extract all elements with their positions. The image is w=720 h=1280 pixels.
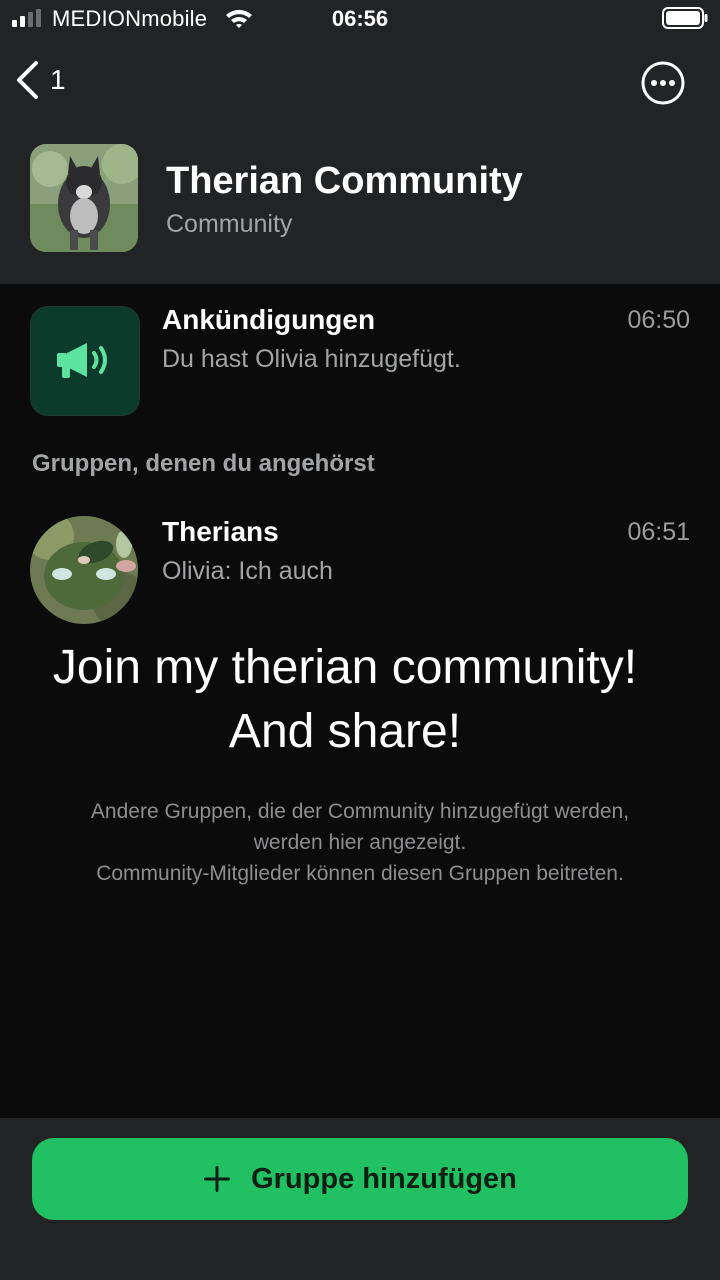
- chevron-left-icon: [17, 61, 38, 99]
- group-message-text: Ich auch: [238, 557, 333, 585]
- announcements-title: Ankündigungen: [162, 304, 376, 335]
- announcements-preview: Du hast Olivia hinzugefügt.: [162, 345, 461, 373]
- back-count: 1: [50, 64, 66, 95]
- community-title: Therian Community: [166, 160, 523, 202]
- community-avatar[interactable]: [30, 144, 138, 252]
- footer: Gruppe hinzufügen: [0, 1118, 720, 1280]
- announcements-row[interactable]: Ankündigungen 06:50 Du hast Olivia hinzu…: [0, 284, 720, 416]
- community-subtitle: Community: [166, 210, 293, 238]
- group-message-separator: :: [224, 557, 239, 585]
- overlay-caption-line-1: Join my therian community!: [52, 641, 638, 694]
- info-line-2: werden hier angezeigt.: [253, 831, 467, 854]
- overlay-caption-line-2: And share!: [228, 705, 462, 758]
- clock: 06:56: [331, 6, 389, 31]
- announcements-avatar: [30, 306, 140, 416]
- info-line-1: Andere Gruppen, die der Community hinzug…: [90, 800, 630, 823]
- group-row-therians[interactable]: Therians 06:51 Olivia: Ich auch: [0, 496, 720, 616]
- battery-icon: [662, 7, 708, 29]
- info-line-3: Community-Mitglieder können diesen Grupp…: [96, 862, 624, 885]
- add-group-label: Gruppe hinzufügen: [251, 1162, 517, 1195]
- info-text: Andere Gruppen, die der Community hinzug…: [20, 796, 700, 889]
- community-header: Therian Community Community: [0, 120, 720, 284]
- group-title: Therians: [162, 516, 279, 547]
- group-time: 06:51: [627, 518, 690, 546]
- nav-bar: 1: [0, 40, 720, 120]
- ellipsis-circle-icon[interactable]: [640, 60, 686, 106]
- plus-icon: [204, 1166, 231, 1192]
- group-last-sender: Olivia: [162, 557, 225, 585]
- announcements-time: 06:50: [627, 306, 690, 334]
- back-button[interactable]: 1: [14, 58, 84, 102]
- megaphone-icon: [57, 343, 107, 378]
- status-bar: MEDIONmobile 06:56: [0, 0, 720, 40]
- wolf-photo-image: [30, 144, 138, 252]
- add-group-button[interactable]: Gruppe hinzufügen: [32, 1138, 688, 1220]
- group-last-message: Olivia: Ich auch: [162, 557, 333, 586]
- section-label: Gruppen, denen du angehörst: [32, 450, 375, 477]
